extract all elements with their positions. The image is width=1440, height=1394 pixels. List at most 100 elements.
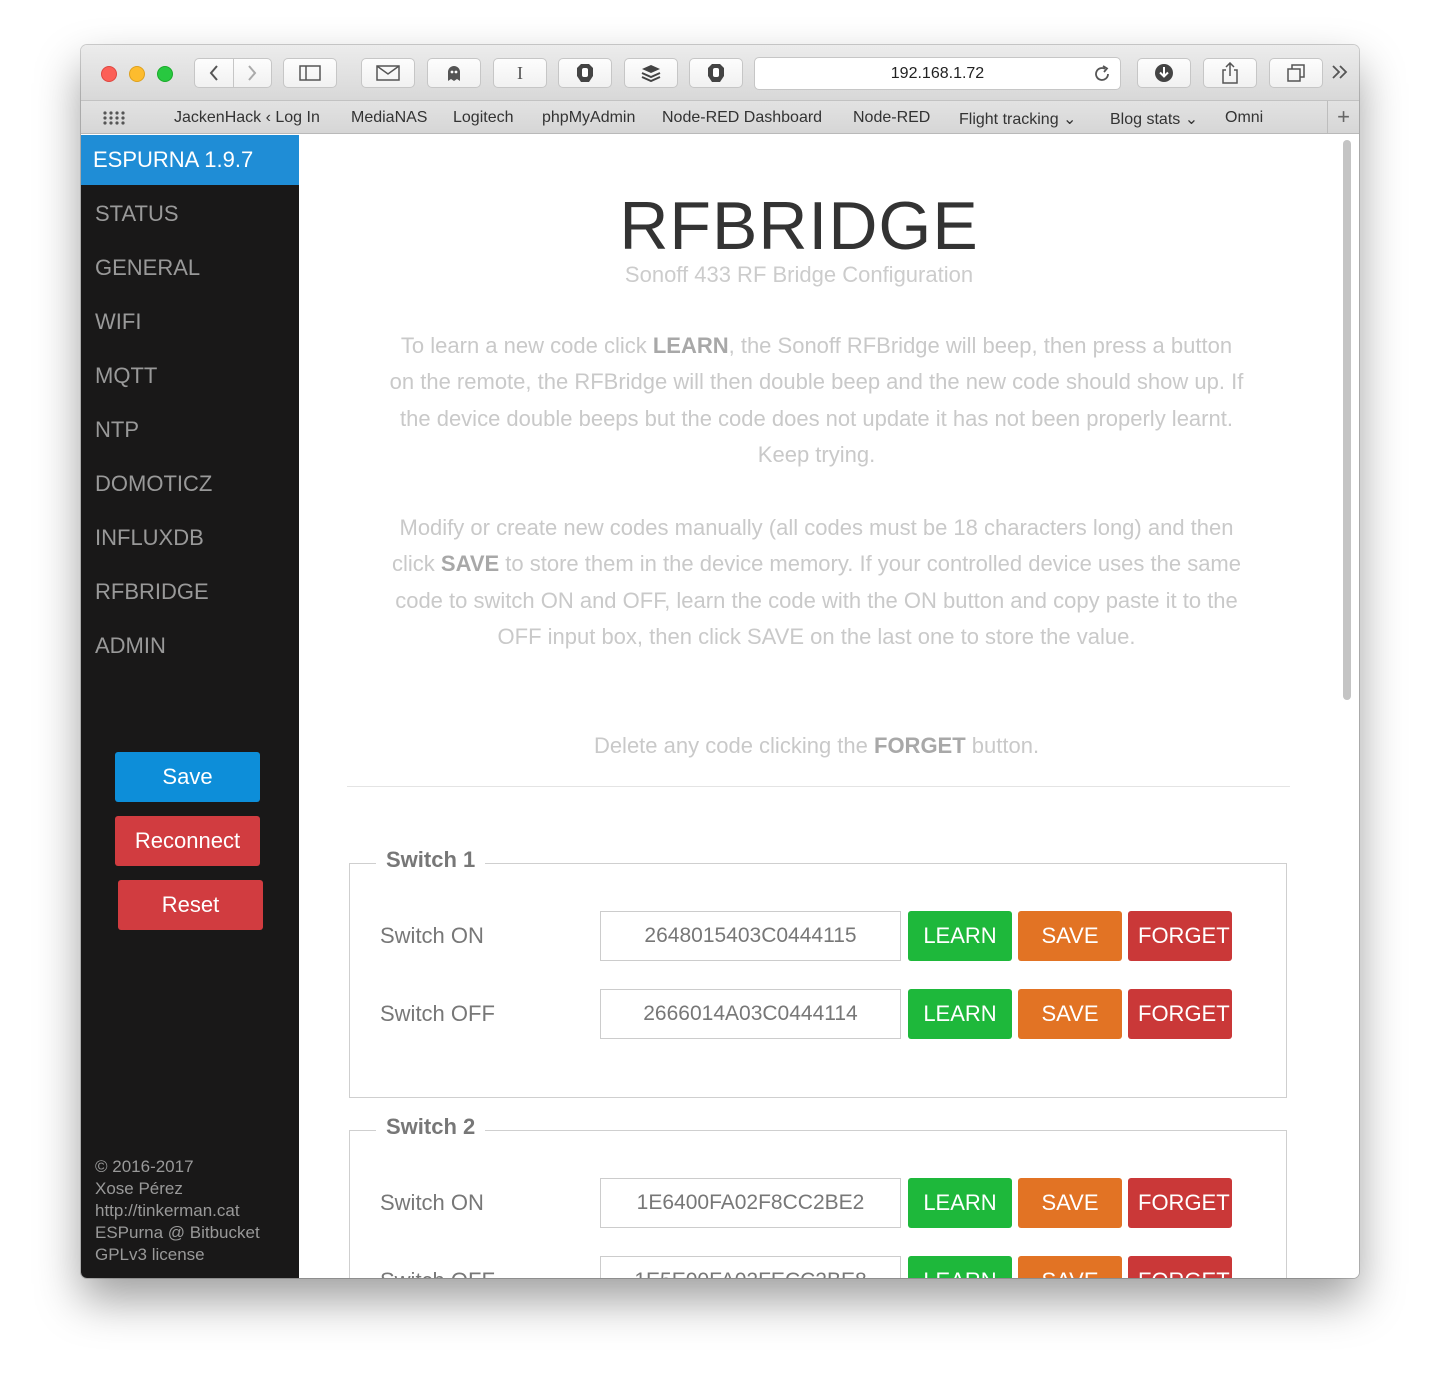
save-code-button[interactable]: SAVE [1018, 911, 1122, 961]
instructions-text: Delete any code clicking the [593, 733, 874, 758]
bookmark-item[interactable]: MediaNAS [351, 109, 427, 127]
address-bar[interactable]: 192.168.1.72 [754, 57, 1121, 90]
download-icon [1155, 64, 1173, 82]
bookmark-item[interactable]: Omni [1225, 109, 1263, 127]
zoom-window-button[interactable] [157, 66, 173, 82]
sidebar-icon [299, 65, 321, 81]
forget-button[interactable]: FORGET [1128, 989, 1232, 1039]
instructions-text: to store them in the device memory. If y… [395, 551, 1241, 650]
browser-toolbar: I 192.168.1.72 [81, 45, 1359, 101]
sidebar-item-admin[interactable]: ADMIN [95, 633, 166, 659]
forget-button[interactable]: FORGET [1128, 1178, 1232, 1228]
more-toolbar-items-button[interactable] [1331, 64, 1349, 85]
forget-button[interactable]: FORGET [1128, 1256, 1232, 1278]
sidebar: ESPURNA 1.9.7 STATUS GENERAL WIFI MQTT N… [81, 135, 299, 1278]
chevron-right-icon [248, 65, 257, 81]
bookmark-item[interactable]: Flight tracking ⌄ [959, 109, 1076, 129]
mail-icon [376, 65, 400, 81]
page-title: RFBRIDGE [619, 188, 979, 264]
buffer-button[interactable] [624, 58, 678, 88]
instructions-text: button. [965, 733, 1040, 758]
switch-on-label: Switch ON [380, 1190, 484, 1215]
brand-header[interactable]: ESPURNA 1.9.7 [81, 135, 299, 185]
learn-button[interactable]: LEARN [908, 1256, 1012, 1278]
tabs-overview-button[interactable] [1269, 58, 1323, 88]
back-button[interactable] [195, 59, 234, 87]
chevron-left-icon [209, 65, 218, 81]
sidebar-item-ntp[interactable]: NTP [95, 417, 139, 443]
switch-legend: Switch 2 [376, 1114, 486, 1140]
switch-on-code-input[interactable]: 2648015403C0444115 [600, 911, 901, 961]
vertical-scrollbar[interactable] [1343, 140, 1351, 700]
footer-author[interactable]: Xose Pérez [95, 1178, 260, 1200]
sidebar-item-status[interactable]: STATUS [95, 201, 179, 227]
sidebar-footer: © 2016-2017 Xose Pérez http://tinkerman.… [95, 1156, 260, 1266]
instructions-text: To learn a new code click [400, 333, 653, 358]
bookmark-item[interactable]: Node-RED Dashboard [662, 109, 822, 127]
bookmark-item[interactable]: phpMyAdmin [542, 109, 635, 127]
instructions-keyword: SAVE [440, 551, 500, 577]
bookmark-item[interactable]: JackenHack ‹ Log In [174, 109, 320, 127]
sidebar-item-mqtt[interactable]: MQTT [95, 363, 157, 389]
mail-button[interactable] [361, 58, 415, 88]
sidebar-item-rfbridge[interactable]: RFBRIDGE [95, 579, 209, 605]
instructions-keyword: LEARN [652, 333, 729, 358]
reset-button[interactable]: Reset [118, 880, 263, 930]
close-window-button[interactable] [101, 66, 117, 82]
switch-off-code-input[interactable]: 2666014A03C0444114 [600, 989, 901, 1039]
ghostery-button[interactable] [427, 58, 481, 88]
sidebar-item-general[interactable]: GENERAL [95, 255, 200, 281]
bookmark-item[interactable]: Blog stats ⌄ [1110, 109, 1198, 129]
learn-button[interactable]: LEARN [908, 989, 1012, 1039]
downloads-button[interactable] [1137, 58, 1191, 88]
switch-fieldset: Switch 1 Switch ON 2648015403C0444115 LE… [349, 847, 1287, 1098]
extension-button-2[interactable] [689, 58, 743, 88]
add-bookmark-button[interactable]: + [1327, 101, 1359, 133]
switch-off-label: Switch OFF [380, 1268, 495, 1278]
save-button[interactable]: Save [115, 752, 260, 802]
tabs-icon [1287, 64, 1305, 82]
browser-window: I 192.168.1.72 JackenHack ‹ Log In Media… [81, 45, 1359, 1278]
share-icon [1222, 62, 1238, 84]
reload-icon[interactable] [1092, 64, 1112, 84]
footer-license-link[interactable]: GPLv3 license [95, 1244, 260, 1266]
web-page: ESPURNA 1.9.7 STATUS GENERAL WIFI MQTT N… [81, 135, 1359, 1278]
bookmark-item[interactable]: Logitech [453, 109, 514, 127]
switch-on-code-input[interactable]: 1E6400FA02F8CC2BE2 [600, 1178, 901, 1228]
bookmark-item[interactable]: Node-RED [853, 109, 930, 127]
double-chevron-right-icon [1332, 65, 1348, 79]
learn-button[interactable]: LEARN [908, 911, 1012, 961]
sidebar-item-wifi[interactable]: WIFI [95, 309, 141, 335]
switch-off-label: Switch OFF [380, 1001, 495, 1026]
sidebar-item-domoticz[interactable]: DOMOTICZ [95, 471, 212, 497]
layers-icon [641, 65, 661, 82]
save-code-button[interactable]: SAVE [1018, 1178, 1122, 1228]
instructions-forget: Delete any code clicking the FORGET butt… [389, 728, 1244, 764]
switch-legend: Switch 1 [376, 847, 486, 873]
minimize-window-button[interactable] [129, 66, 145, 82]
grid-icon[interactable] [103, 111, 125, 125]
bookmarks-bar: JackenHack ‹ Log In MediaNAS Logitech ph… [81, 101, 1359, 134]
forward-button[interactable] [234, 59, 272, 87]
save-code-button[interactable]: SAVE [1018, 989, 1122, 1039]
plus-icon: + [1337, 104, 1350, 129]
reconnect-button[interactable]: Reconnect [115, 816, 260, 866]
switch-fieldset: Switch 2 Switch ON 1E6400FA02F8CC2BE2 LE… [349, 1114, 1287, 1278]
footer-website-link[interactable]: http://tinkerman.cat [95, 1200, 260, 1222]
switch-off-code-input[interactable]: 1E5E00FA02FECC2BE8 [600, 1256, 901, 1278]
footer-copyright: © 2016-2017 [95, 1157, 194, 1176]
switch-on-label: Switch ON [380, 923, 484, 948]
extension-button-1[interactable] [558, 58, 612, 88]
share-button[interactable] [1203, 58, 1257, 88]
sidebar-item-influxdb[interactable]: INFLUXDB [95, 525, 204, 551]
save-code-button[interactable]: SAVE [1018, 1256, 1122, 1278]
main-content: RFBRIDGE Sonoff 433 RF Bridge Configurat… [299, 135, 1359, 1278]
instapaper-button[interactable]: I [493, 58, 547, 88]
footer-repo-link[interactable]: ESPurna @ Bitbucket [95, 1222, 260, 1244]
nav-buttons [194, 58, 272, 88]
ghost-icon [448, 66, 460, 81]
forget-button[interactable]: FORGET [1128, 911, 1232, 961]
learn-button[interactable]: LEARN [908, 1178, 1012, 1228]
url-text: 192.168.1.72 [890, 64, 985, 82]
sidebar-toggle-button[interactable] [283, 58, 337, 88]
